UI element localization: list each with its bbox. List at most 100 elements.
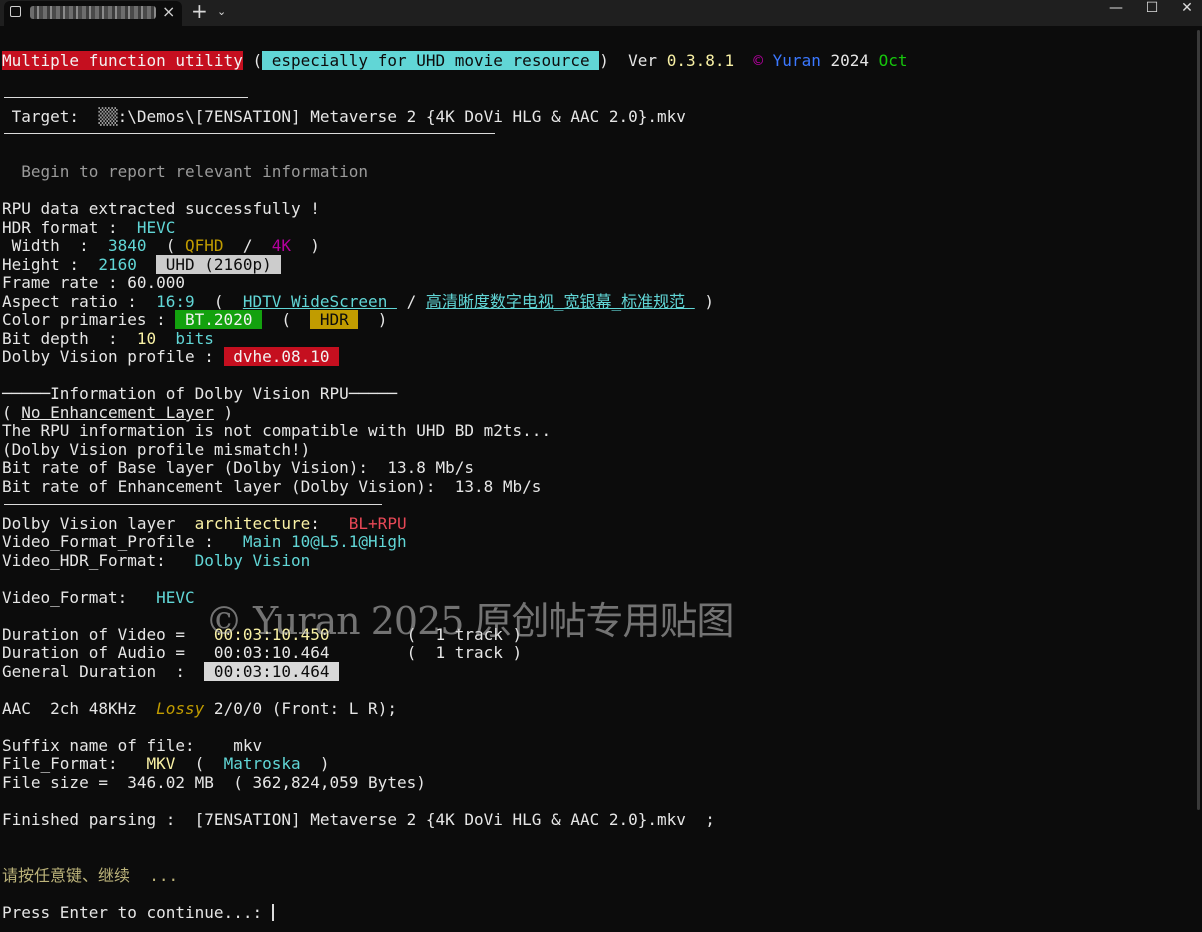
year: 2024 — [820, 51, 869, 70]
press-any-key-cn: 请按任意键、继续 ... — [2, 866, 179, 885]
title-bar: × + ⌄ — ☐ ✕ — [0, 0, 1202, 26]
bit-depth-label: Bit depth : — [2, 329, 137, 348]
tab-dropdown-chevron-icon[interactable]: ⌄ — [217, 5, 226, 18]
text-cursor[interactable] — [271, 904, 274, 921]
file-format-label: File_Format: — [2, 754, 147, 773]
audio-track-count: ( 1 track ) — [329, 643, 523, 662]
aspect-ratio-line: Aspect ratio : 16:9 ( HDTV WideScreen / … — [2, 292, 714, 311]
enhancement-layer-line: ( No Enhancement Layer ) — [2, 403, 233, 422]
color-primaries-label: Color primaries : — [2, 310, 176, 329]
copyright-symbol: © — [734, 51, 764, 70]
paren: ) — [694, 292, 715, 311]
paren: ) — [213, 403, 234, 422]
paren: ( — [2, 403, 22, 422]
base-layer-bitrate: Bit rate of Base layer (Dolby Vision): 1… — [2, 458, 475, 477]
paren: ( — [146, 236, 186, 255]
paren: ) — [300, 754, 330, 773]
file-format-name: Matroska — [223, 754, 301, 773]
video-profile-line: Video_Format_Profile : Main 10@L5.1@High — [2, 532, 407, 551]
uhd-badge: UHD (2160p) — [156, 255, 282, 274]
width-label: Width : — [2, 236, 108, 255]
tab-title-redacted — [30, 6, 156, 19]
incompatible-message: The RPU information is not compatible wi… — [2, 421, 552, 440]
bit-depth-value: 10 — [136, 329, 157, 348]
dv-profile-line: Dolby Vision profile : dvhe.08.10 — [2, 347, 340, 366]
frame-rate-value: 60.000 — [127, 273, 186, 292]
terminal-icon — [10, 6, 21, 17]
paren: ) — [599, 51, 609, 70]
target-drive-redacted: ▒▒ — [98, 107, 118, 126]
audio-codec: AAC 2ch 48KHz — [2, 699, 157, 718]
version-label: Ver — [608, 51, 667, 70]
hdr-format-line: HDR format : HEVC — [2, 218, 175, 237]
month: Oct — [869, 51, 908, 70]
video-hdr-label: Video_HDR_Format: — [2, 551, 195, 570]
file-suffix-value: mkv — [233, 736, 263, 755]
file-format-value: MKV — [146, 754, 176, 773]
audio-channels: 2/0/0 (Front: L R); — [204, 699, 397, 718]
video-format-value: HEVC — [156, 588, 195, 607]
close-window-button[interactable]: ✕ — [1165, 0, 1202, 26]
press-enter-prompt: Press Enter to continue...: — [2, 903, 272, 922]
paren: ) — [358, 310, 388, 329]
dv-layer-label: Dolby Vision layer — [2, 514, 195, 533]
watermark: © Yuran 2025 原创帖专用贴图 — [205, 599, 734, 643]
target-path: :\Demos\[7ENSATION] Metaverse 2 {4K DoVi… — [117, 107, 686, 126]
new-tab-button[interactable]: + — [191, 0, 208, 23]
aspect-description-cn: 高清晰度数字电视_宽银幕_标准规范 — [425, 292, 695, 311]
paren: ( — [194, 292, 243, 311]
version-number: 0.3.8.1 — [666, 51, 735, 70]
bit-depth-unit: bits — [156, 329, 214, 348]
video-profile-label: Video_Format_Profile : — [2, 532, 243, 551]
divider — [4, 133, 495, 134]
aspect-ratio-value: 16:9 — [156, 292, 195, 311]
color-primaries-line: Color primaries : BT.2020 ( HDR ) — [2, 310, 387, 329]
audio-info-line: AAC 2ch 48KHz Lossy 2/0/0 (Front: L R); — [2, 699, 397, 718]
prompt-line[interactable]: Press Enter to continue...: — [2, 903, 274, 922]
file-format-line: File_Format: MKV ( Matroska ) — [2, 754, 330, 773]
no-enhancement-layer: No Enhancement Layer — [21, 403, 214, 422]
slash: / — [396, 292, 426, 311]
dv-layer-value: BL+RPU — [348, 514, 407, 533]
bit-depth-line: Bit depth : 10 bits — [2, 329, 214, 348]
dv-profile-label: Dolby Vision profile : — [2, 347, 224, 366]
tab-close-icon[interactable]: × — [162, 2, 175, 21]
console-output[interactable]: Multiple function utility ( especially f… — [2, 28, 1192, 932]
frame-rate-line: Frame rate : 60.000 — [2, 273, 185, 292]
dv-layer-line: Dolby Vision layer architecture: BL+RPU — [2, 514, 407, 533]
width-line: Width : 3840 ( QFHD / 4K ) — [2, 236, 320, 255]
hdr-format-label: HDR format : — [2, 218, 137, 237]
paren: ( — [242, 51, 263, 70]
height-label: Height : — [2, 255, 99, 274]
video-hdr-value: Dolby Vision — [194, 551, 311, 570]
width-value: 3840 — [107, 236, 147, 255]
audio-duration-value: 00:03:10.464 — [213, 643, 330, 662]
header-line: Multiple function utility ( especially f… — [2, 51, 908, 70]
scrollbar[interactable] — [1197, 30, 1200, 810]
general-duration-line: General Duration : 00:03:10.464 — [2, 662, 340, 681]
width-qfhd: QFHD — [185, 236, 224, 255]
rpu-status: RPU data extracted successfully ! — [2, 199, 320, 218]
general-duration-badge: 00:03:10.464 — [204, 662, 340, 681]
paren: ) — [291, 236, 320, 255]
frame-rate-label: Frame rate : — [2, 273, 128, 292]
slash: / — [223, 236, 272, 255]
subtitle-badge: especially for UHD movie resource — [262, 51, 600, 70]
author: Yuran — [763, 51, 821, 70]
video-format-line: Video_Format: HEVC — [2, 588, 195, 607]
terminal-tab[interactable]: × — [4, 1, 182, 26]
begin-message: Begin to report relevant information — [2, 162, 369, 181]
bt2020-badge: BT.2020 — [175, 310, 263, 329]
video-format-label: Video_Format: — [2, 588, 157, 607]
height-line: Height : 2160 UHD (2160p) — [2, 255, 282, 274]
hdr-format-value: HEVC — [136, 218, 176, 237]
audio-duration-line: Duration of Audio = 00:03:10.464 ( 1 tra… — [2, 643, 522, 662]
file-suffix-line: Suffix name of file: mkv — [2, 736, 262, 755]
mismatch-message: (Dolby Vision profile mismatch!) — [2, 440, 311, 459]
rpu-section-heading: ─────Information of Dolby Vision RPU────… — [2, 384, 397, 403]
divider — [4, 504, 382, 505]
colon: : — [310, 514, 349, 533]
lossy-label: Lossy — [156, 699, 205, 718]
paren: ( — [262, 310, 311, 329]
aspect-description-en: HDTV WideScreen — [242, 292, 397, 311]
